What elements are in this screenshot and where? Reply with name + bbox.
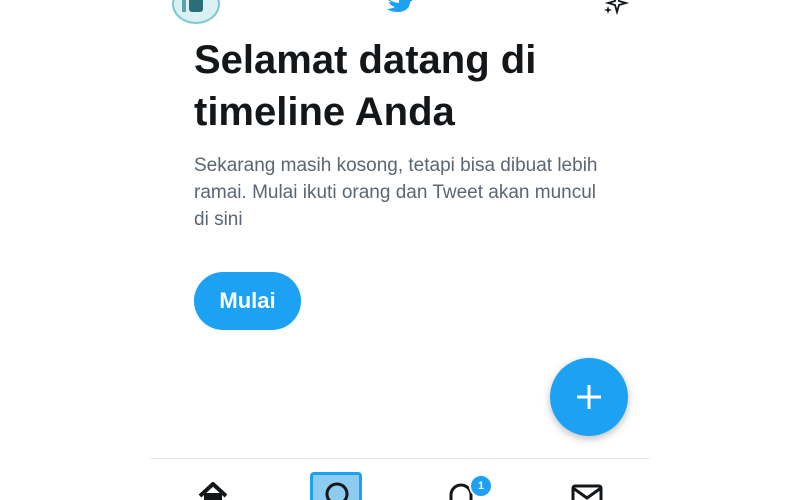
avatar-figure-detail <box>182 0 186 12</box>
avatar-figure <box>189 0 203 12</box>
twitter-bird-icon <box>387 0 413 12</box>
sparkle-icon[interactable] <box>604 0 630 16</box>
plus-icon <box>577 385 601 409</box>
compose-tweet-button[interactable] <box>550 358 628 436</box>
profile-avatar[interactable] <box>172 0 220 24</box>
search-icon <box>325 482 349 500</box>
welcome-description: Sekarang masih kosong, tetapi bisa dibua… <box>194 155 598 230</box>
nav-messages[interactable] <box>557 468 617 500</box>
mail-icon <box>571 484 603 500</box>
welcome-title: Selamat datang di timeline Anda <box>194 38 537 134</box>
nav-search[interactable] <box>307 468 367 500</box>
start-button[interactable]: Mulai <box>194 272 301 330</box>
bottom-nav-divider <box>150 458 650 459</box>
nav-notifications[interactable]: 1 <box>431 468 493 500</box>
notification-count-badge: 1 <box>469 474 493 498</box>
nav-home[interactable] <box>183 468 243 500</box>
home-icon <box>198 482 228 500</box>
twitter-home-screen: Selamat datang di timeline Anda Sekarang… <box>0 0 800 500</box>
